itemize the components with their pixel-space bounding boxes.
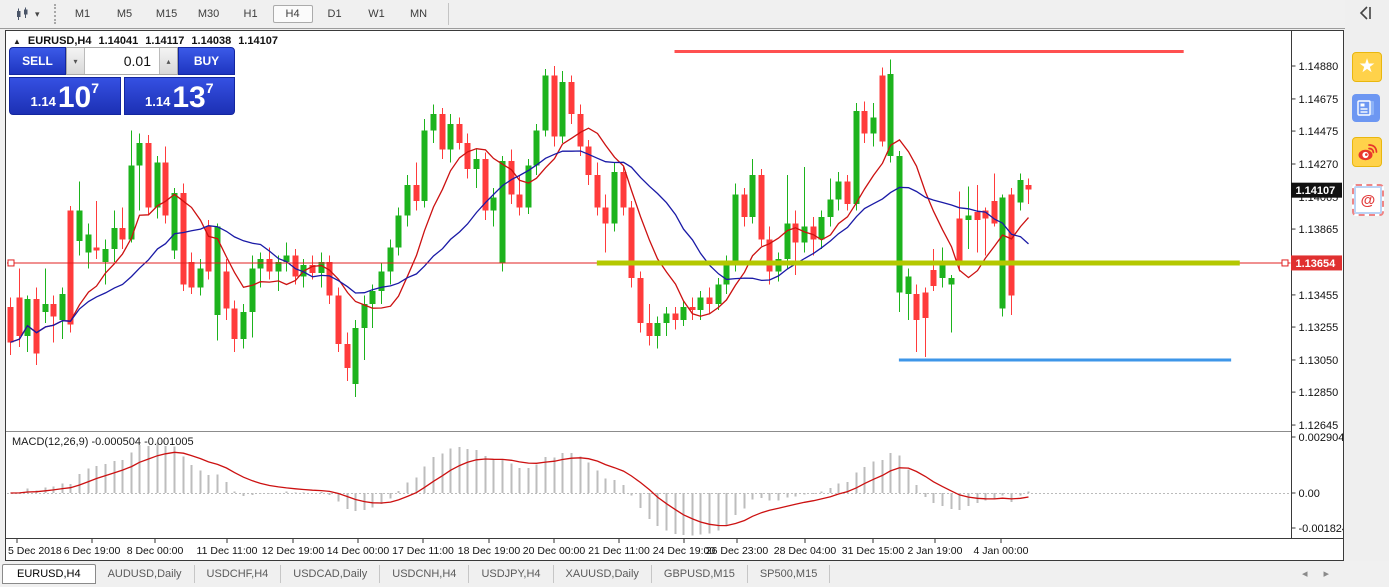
time-axis-label: 21 Dec 11:00: [588, 545, 650, 557]
chart-symbol: EURUSD,H4: [28, 35, 92, 47]
svg-text:1.13255: 1.13255: [1299, 322, 1339, 334]
chart-tab-sp500-m15[interactable]: SP500,M15: [748, 565, 830, 583]
top-toolbar: ▾ M1M5M15M30H1H4D1W1MN: [0, 0, 1389, 29]
tf-button-w1[interactable]: W1: [357, 5, 397, 23]
svg-text:1.14270: 1.14270: [1299, 159, 1339, 171]
buy-price-sup: 7: [206, 80, 214, 96]
time-axis-label: 28 Dec 04:00: [774, 545, 837, 557]
volume-increase-button[interactable]: ▴: [159, 48, 177, 74]
chart-tab-audusd-daily[interactable]: AUDUSD,Daily: [96, 565, 195, 583]
one-click-trading-panel: SELL ▾ 0.01 ▴ BUY 1.14 10 7 1.14 13 7: [9, 47, 235, 115]
time-axis-label: 11 Dec 11:00: [197, 545, 258, 557]
macd-indicator-label: MACD(12,26,9) -0.000504 -0.001005: [12, 436, 194, 448]
buy-price-button[interactable]: 1.14 13 7: [124, 77, 236, 115]
ohlc-high: 1.14117: [145, 35, 184, 47]
timeframe-toolbar: M1M5M15M30H1H4D1W1MN: [62, 0, 440, 28]
time-axis-label: 6 Dec 19:00: [64, 545, 121, 557]
time-axis-label: 26 Dec 23:00: [706, 545, 769, 557]
tf-button-m5[interactable]: M5: [105, 5, 145, 23]
svg-text:1.14475: 1.14475: [1299, 126, 1339, 138]
collapse-sidebar-icon[interactable]: [1357, 5, 1375, 21]
ohlc-close: 1.14107: [238, 35, 278, 47]
chart-tab-usdjpy-h4[interactable]: USDJPY,H4: [469, 565, 553, 583]
chart-tab-eurusd-h4[interactable]: EURUSD,H4: [2, 564, 96, 584]
weibo-glyph: [1355, 140, 1379, 164]
time-axis-label: 2 Jan 19:00: [908, 545, 963, 557]
ohlc-low: 1.14038: [191, 35, 231, 47]
time-axis-label: 14 Dec 00:00: [327, 545, 390, 557]
tf-button-d1[interactable]: D1: [315, 5, 355, 23]
ma-fast-line: [11, 128, 1029, 342]
svg-text:1.12850: 1.12850: [1299, 387, 1339, 399]
sell-price-sup: 7: [91, 80, 99, 96]
chart-tab-usdcad-daily[interactable]: USDCAD,Daily: [281, 565, 380, 583]
buy-button[interactable]: BUY: [178, 47, 235, 75]
chart-tabs: EURUSD,H4AUDUSD,DailyUSDCHF,H4USDCAD,Dai…: [2, 563, 830, 585]
time-axis-label: 8 Dec 00:00: [127, 545, 184, 557]
candle-chart-glyph: [14, 6, 31, 22]
chart-tab-usdchf-h4[interactable]: USDCHF,H4: [195, 565, 282, 583]
news-icon[interactable]: [1352, 94, 1380, 122]
svg-text:1.13865: 1.13865: [1299, 224, 1339, 236]
ohlc-open: 1.14041: [99, 35, 139, 47]
svg-text:1.14107: 1.14107: [1296, 185, 1336, 197]
tab-scroll-arrows: ◂ ▸: [1302, 567, 1329, 580]
chevron-down-icon: ▾: [35, 9, 40, 20]
chart-tab-xauusd-daily[interactable]: XAUUSD,Daily: [554, 565, 652, 583]
tf-button-h4[interactable]: H4: [273, 5, 313, 23]
time-axis-label: 4 Jan 00:00: [974, 545, 1029, 557]
hline-anchor: [1282, 260, 1288, 266]
time-axis-label: 17 Dec 11:00: [392, 545, 454, 557]
favorites-star-icon[interactable]: ★: [1352, 52, 1382, 82]
hline-anchor: [8, 260, 14, 266]
at-glyph: @: [1361, 192, 1376, 209]
svg-text:1.13050: 1.13050: [1299, 355, 1339, 367]
weibo-icon[interactable]: [1352, 137, 1382, 167]
volume-stepper: ▾ 0.01 ▴: [66, 47, 178, 75]
tf-button-m30[interactable]: M30: [189, 5, 229, 23]
chart-tab-bar: EURUSD,H4AUDUSD,DailyUSDCHF,H4USDCAD,Dai…: [0, 561, 1389, 587]
sell-button[interactable]: SELL: [9, 47, 66, 75]
mt4-app: ▾ M1M5M15M30H1H4D1W1MN 1.14880 1.14675 1.1…: [0, 0, 1389, 587]
news-glyph: [1355, 97, 1377, 119]
buy-price-prefix: 1.14: [145, 92, 170, 111]
time-axis-label: 5 Dec 2018: [8, 545, 62, 557]
time-axis-label: 20 Dec 00:00: [523, 545, 586, 557]
svg-text:0.00: 0.00: [1299, 488, 1320, 500]
tf-button-h1[interactable]: H1: [231, 5, 271, 23]
tab-scroll-right-icon[interactable]: ▸: [1323, 567, 1329, 580]
svg-text:1.14675: 1.14675: [1299, 94, 1339, 106]
svg-text:0.002904: 0.002904: [1299, 432, 1344, 444]
svg-text:1.13654: 1.13654: [1296, 258, 1337, 270]
tf-button-mn[interactable]: MN: [399, 5, 439, 23]
mail-at-icon[interactable]: @: [1352, 184, 1384, 216]
time-axis-label: 31 Dec 15:00: [842, 545, 905, 557]
candle-chart-icon[interactable]: ▾: [10, 4, 44, 24]
chart-tab-gbpusd-m15[interactable]: GBPUSD,M15: [652, 565, 748, 583]
time-axis-label: 12 Dec 19:00: [262, 545, 325, 557]
volume-decrease-button[interactable]: ▾: [67, 48, 85, 74]
macd-histogram: [11, 443, 1029, 536]
collapse-panel-icon[interactable]: ▲: [13, 37, 21, 46]
svg-text:1.12645: 1.12645: [1299, 420, 1339, 432]
right-sidebar: ★ @: [1345, 0, 1389, 587]
chart-tab-usdcnh-h4[interactable]: USDCNH,H4: [380, 565, 469, 583]
time-axis-label: 18 Dec 19:00: [458, 545, 521, 557]
chart-window: 1.148801.146751.144751.142701.140651.138…: [5, 30, 1344, 561]
sell-price-prefix: 1.14: [31, 92, 56, 111]
sell-price-big: 10: [58, 85, 91, 111]
svg-text:1.13455: 1.13455: [1299, 290, 1339, 302]
sell-price-button[interactable]: 1.14 10 7: [9, 77, 121, 115]
volume-input[interactable]: 0.01: [85, 48, 159, 74]
tab-scroll-left-icon[interactable]: ◂: [1302, 567, 1308, 580]
tf-button-m1[interactable]: M1: [63, 5, 103, 23]
svg-text:-0.001824: -0.001824: [1299, 523, 1344, 535]
svg-text:1.14880: 1.14880: [1299, 61, 1339, 73]
toolbar-grip[interactable]: [54, 4, 56, 24]
tf-button-m15[interactable]: M15: [147, 5, 187, 23]
toolbar-separator: [448, 3, 449, 25]
chart-title: ▲ EURUSD,H4 1.14041 1.14117 1.14038 1.14…: [13, 35, 278, 47]
star-glyph: ★: [1358, 54, 1375, 80]
buy-price-big: 13: [172, 85, 205, 111]
